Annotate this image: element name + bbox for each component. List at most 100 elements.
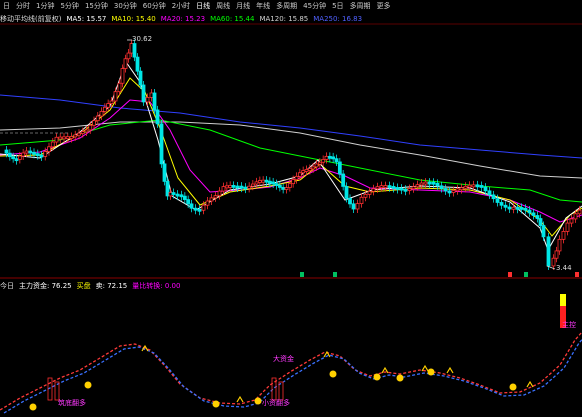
candle — [423, 181, 428, 185]
candle — [7, 152, 12, 158]
candle — [391, 186, 396, 189]
candle — [431, 181, 436, 185]
candle — [4, 149, 9, 154]
annotation-control: 主控 — [562, 321, 576, 329]
coin-icon — [427, 368, 435, 376]
candle — [99, 110, 104, 117]
candle — [427, 181, 432, 185]
candle — [287, 183, 292, 188]
candle — [519, 207, 524, 210]
candle — [182, 195, 187, 200]
candle — [483, 186, 488, 192]
candle — [507, 206, 512, 210]
candle — [186, 199, 191, 205]
candle — [297, 172, 302, 177]
signal-line-blue — [3, 338, 582, 414]
candle — [132, 43, 137, 58]
candle — [213, 195, 218, 199]
candle — [129, 43, 134, 54]
candle — [152, 92, 157, 111]
coin-icon — [329, 370, 337, 378]
candle — [24, 150, 29, 154]
candle — [95, 115, 100, 122]
candle — [538, 218, 543, 226]
candle — [511, 206, 516, 210]
ma10-line — [0, 77, 582, 237]
candle — [535, 215, 540, 219]
candle — [415, 184, 420, 188]
candle — [149, 92, 154, 98]
candle — [21, 152, 26, 157]
candle — [471, 184, 476, 188]
candle — [546, 236, 551, 267]
coin-icon — [84, 381, 92, 389]
candle — [479, 185, 484, 188]
candle — [443, 188, 448, 192]
candle — [439, 185, 444, 189]
candle — [102, 106, 107, 112]
candle — [557, 238, 562, 252]
candle — [271, 181, 276, 185]
candle — [459, 187, 464, 191]
signal-marker — [333, 272, 337, 277]
candle — [264, 179, 269, 183]
candle — [371, 188, 376, 192]
candle — [411, 186, 416, 190]
candle — [324, 155, 329, 160]
candle — [551, 257, 556, 267]
candle — [573, 213, 578, 220]
signal-marker — [300, 272, 304, 277]
high-price-label: 30.62 — [132, 35, 153, 43]
candle — [327, 155, 332, 159]
low-price-label: 3.44 — [556, 264, 572, 272]
candle — [88, 124, 93, 131]
ma5-line — [0, 60, 582, 252]
signal-marker — [575, 272, 579, 277]
candle — [284, 187, 289, 190]
candle — [171, 192, 176, 195]
candle — [487, 190, 492, 196]
candle — [317, 161, 322, 165]
candle — [193, 207, 198, 211]
candle — [565, 222, 570, 232]
coin-icon — [254, 397, 262, 405]
candle — [359, 196, 364, 205]
candle — [50, 141, 55, 148]
candle — [43, 151, 48, 157]
candle — [307, 168, 312, 171]
candle — [395, 187, 400, 190]
candle — [503, 204, 508, 208]
candle — [254, 181, 259, 185]
candle — [527, 209, 532, 214]
candle — [224, 185, 229, 189]
candle — [267, 180, 272, 184]
candle — [301, 170, 306, 174]
candle — [189, 203, 194, 209]
candle — [294, 175, 299, 181]
candle — [250, 183, 255, 187]
candle — [80, 131, 85, 134]
candle — [375, 186, 380, 190]
coin-icon — [396, 374, 404, 382]
candle — [491, 194, 496, 200]
candle — [403, 188, 408, 192]
annotation-big-money: 大资金 — [273, 355, 294, 363]
candle — [221, 186, 226, 192]
candle — [175, 193, 180, 197]
signal-line-red — [0, 331, 582, 411]
candle — [455, 188, 460, 192]
candle — [531, 212, 536, 216]
candle — [197, 208, 202, 212]
candle — [65, 136, 70, 140]
candle — [162, 163, 167, 182]
candle — [205, 200, 210, 206]
candle — [39, 154, 44, 158]
candle — [179, 194, 184, 198]
candle — [475, 184, 480, 188]
candle — [407, 188, 412, 191]
candle — [495, 198, 500, 203]
annotation-bottom-fan: 筑底翻多 — [58, 399, 86, 407]
candle — [159, 123, 164, 165]
candle — [54, 136, 59, 143]
candle — [28, 150, 33, 154]
